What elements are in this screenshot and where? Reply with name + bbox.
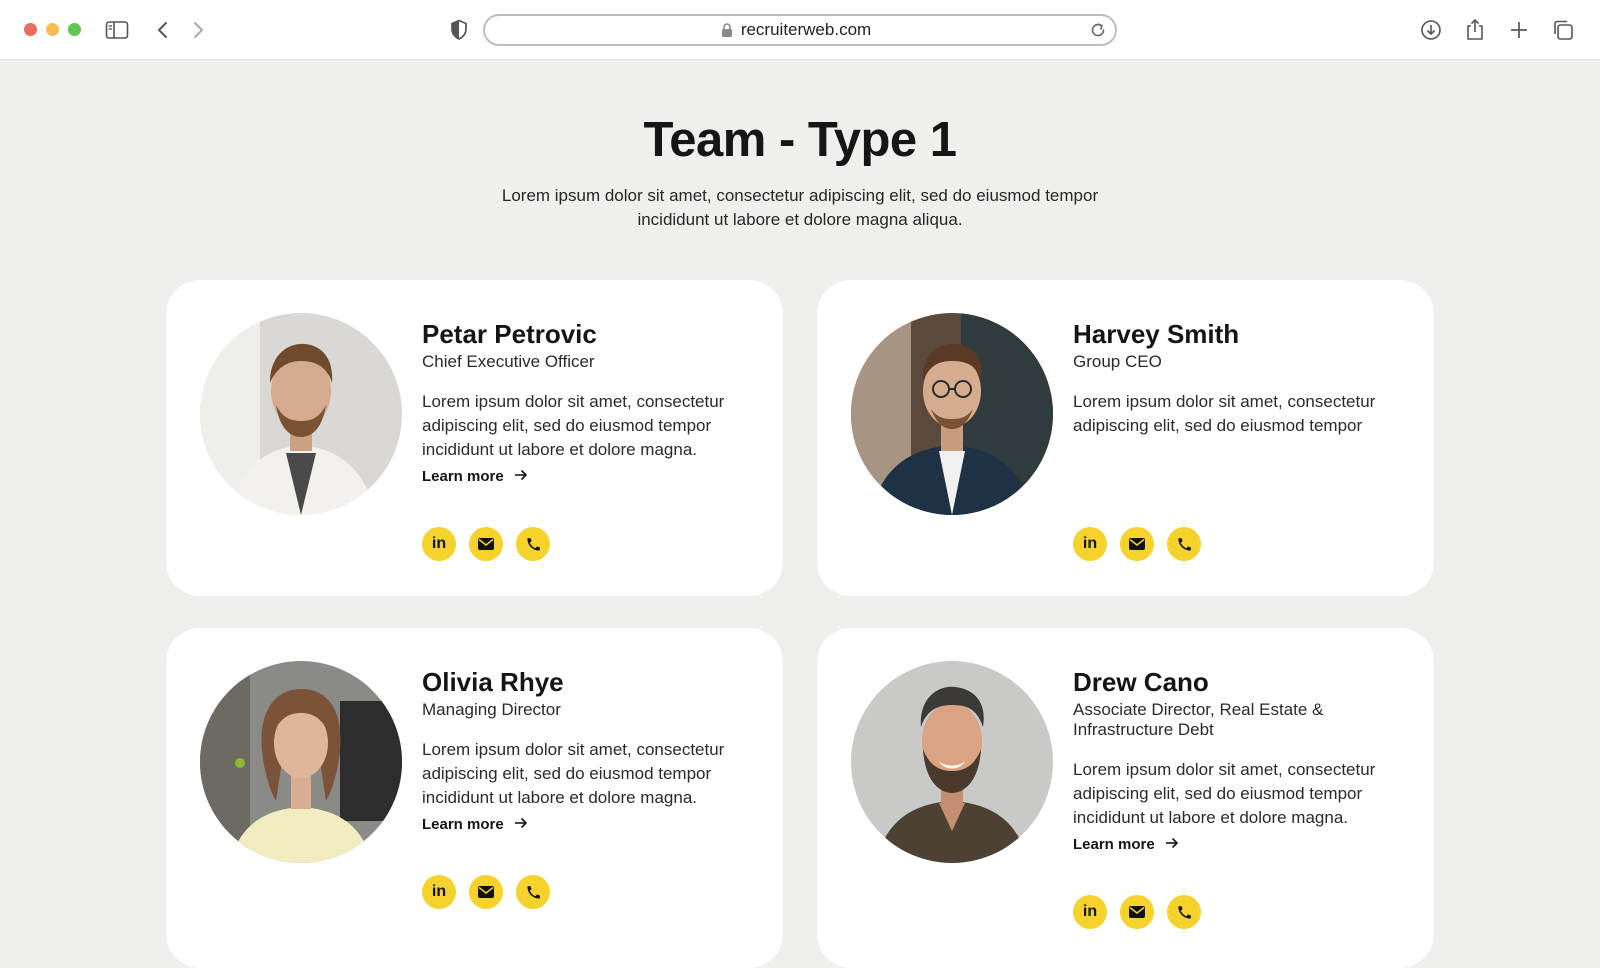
page-subtitle: Lorem ipsum dolor sit amet, consectetur … bbox=[501, 186, 1099, 229]
member-name: Drew Cano bbox=[1073, 667, 1209, 697]
member-role: Associate Director, Real Estate & Infras… bbox=[1073, 700, 1324, 739]
envelope-icon bbox=[478, 538, 494, 550]
member-role: Managing Director bbox=[422, 700, 561, 719]
linkedin-icon: in bbox=[1082, 903, 1098, 920]
phone-button[interactable] bbox=[1167, 895, 1201, 929]
social-links: in bbox=[422, 527, 550, 561]
avatar bbox=[851, 313, 1053, 515]
url-text: recruiterweb.com bbox=[740, 20, 872, 39]
arrow-right-icon bbox=[514, 468, 528, 485]
phone-button[interactable] bbox=[516, 527, 550, 561]
share-icon[interactable] bbox=[1461, 16, 1489, 44]
shield-icon[interactable] bbox=[445, 16, 473, 44]
team-card: Petar Petrovic Chief Executive Officer L… bbox=[166, 280, 783, 596]
learn-more-link[interactable]: Learn more bbox=[422, 468, 752, 485]
envelope-icon bbox=[1129, 906, 1145, 918]
browser-toolbar: recruiterweb.com bbox=[0, 0, 1600, 60]
email-button[interactable] bbox=[469, 875, 503, 909]
learn-more-label: Learn more bbox=[1073, 836, 1155, 853]
member-bio: Lorem ipsum dolor sit amet, consectetur … bbox=[422, 740, 725, 807]
linkedin-button[interactable]: in bbox=[422, 875, 456, 909]
envelope-icon bbox=[1129, 538, 1145, 550]
reload-icon[interactable] bbox=[1089, 21, 1107, 44]
lock-icon bbox=[721, 22, 733, 43]
member-bio: Lorem ipsum dolor sit amet, consectetur … bbox=[1073, 392, 1376, 435]
phone-icon bbox=[526, 885, 540, 899]
team-page: Team - Type 1 Lorem ipsum dolor sit amet… bbox=[0, 60, 1600, 968]
new-tab-icon[interactable] bbox=[1505, 16, 1533, 44]
linkedin-button[interactable]: in bbox=[1073, 527, 1107, 561]
learn-more-link[interactable]: Learn more bbox=[1073, 836, 1403, 853]
avatar bbox=[200, 661, 402, 863]
download-icon[interactable] bbox=[1417, 16, 1445, 44]
card-content: Drew Cano Associate Director, Real Estat… bbox=[1073, 666, 1403, 853]
team-card: Harvey Smith Group CEO Lorem ipsum dolor… bbox=[817, 280, 1434, 596]
phone-button[interactable] bbox=[516, 875, 550, 909]
member-name: Petar Petrovic bbox=[422, 319, 597, 349]
team-card: Olivia Rhye Managing Director Lorem ipsu… bbox=[166, 628, 783, 968]
tab-overview-icon[interactable] bbox=[1549, 16, 1577, 44]
envelope-icon bbox=[478, 886, 494, 898]
card-content: Harvey Smith Group CEO Lorem ipsum dolor… bbox=[1073, 318, 1403, 438]
sidebar-icon[interactable] bbox=[103, 16, 131, 44]
card-content: Olivia Rhye Managing Director Lorem ipsu… bbox=[422, 666, 752, 833]
arrow-right-icon bbox=[1165, 836, 1179, 853]
linkedin-icon: in bbox=[431, 535, 447, 552]
member-bio: Lorem ipsum dolor sit amet, consectetur … bbox=[1073, 760, 1376, 827]
email-button[interactable] bbox=[469, 527, 503, 561]
phone-icon bbox=[526, 537, 540, 551]
zoom-window-button[interactable] bbox=[68, 23, 81, 36]
linkedin-icon: in bbox=[431, 883, 447, 900]
learn-more-label: Learn more bbox=[422, 468, 504, 485]
avatar bbox=[200, 313, 402, 515]
member-name: Olivia Rhye bbox=[422, 667, 564, 697]
minimize-window-button[interactable] bbox=[46, 23, 59, 36]
arrow-right-icon bbox=[514, 816, 528, 833]
phone-button[interactable] bbox=[1167, 527, 1201, 561]
phone-icon bbox=[1177, 537, 1191, 551]
card-content: Petar Petrovic Chief Executive Officer L… bbox=[422, 318, 752, 485]
member-role: Group CEO bbox=[1073, 352, 1162, 371]
linkedin-button[interactable]: in bbox=[1073, 895, 1107, 929]
phone-icon bbox=[1177, 905, 1191, 919]
learn-more-label: Learn more bbox=[422, 816, 504, 833]
forward-icon[interactable] bbox=[184, 16, 212, 44]
learn-more-link[interactable]: Learn more bbox=[422, 816, 752, 833]
member-role: Chief Executive Officer bbox=[422, 352, 595, 371]
avatar bbox=[851, 661, 1053, 863]
close-window-button[interactable] bbox=[24, 23, 37, 36]
member-name: Harvey Smith bbox=[1073, 319, 1240, 349]
social-links: in bbox=[1073, 527, 1201, 561]
back-icon[interactable] bbox=[149, 16, 177, 44]
team-card: Drew Cano Associate Director, Real Estat… bbox=[817, 628, 1434, 968]
member-bio: Lorem ipsum dolor sit amet, consectetur … bbox=[422, 392, 725, 459]
page-title: Team - Type 1 bbox=[643, 113, 957, 167]
linkedin-button[interactable]: in bbox=[422, 527, 456, 561]
social-links: in bbox=[422, 875, 550, 909]
address-bar[interactable]: recruiterweb.com bbox=[483, 14, 1117, 46]
email-button[interactable] bbox=[1120, 527, 1154, 561]
email-button[interactable] bbox=[1120, 895, 1154, 929]
linkedin-icon: in bbox=[1082, 535, 1098, 552]
social-links: in bbox=[1073, 895, 1201, 929]
